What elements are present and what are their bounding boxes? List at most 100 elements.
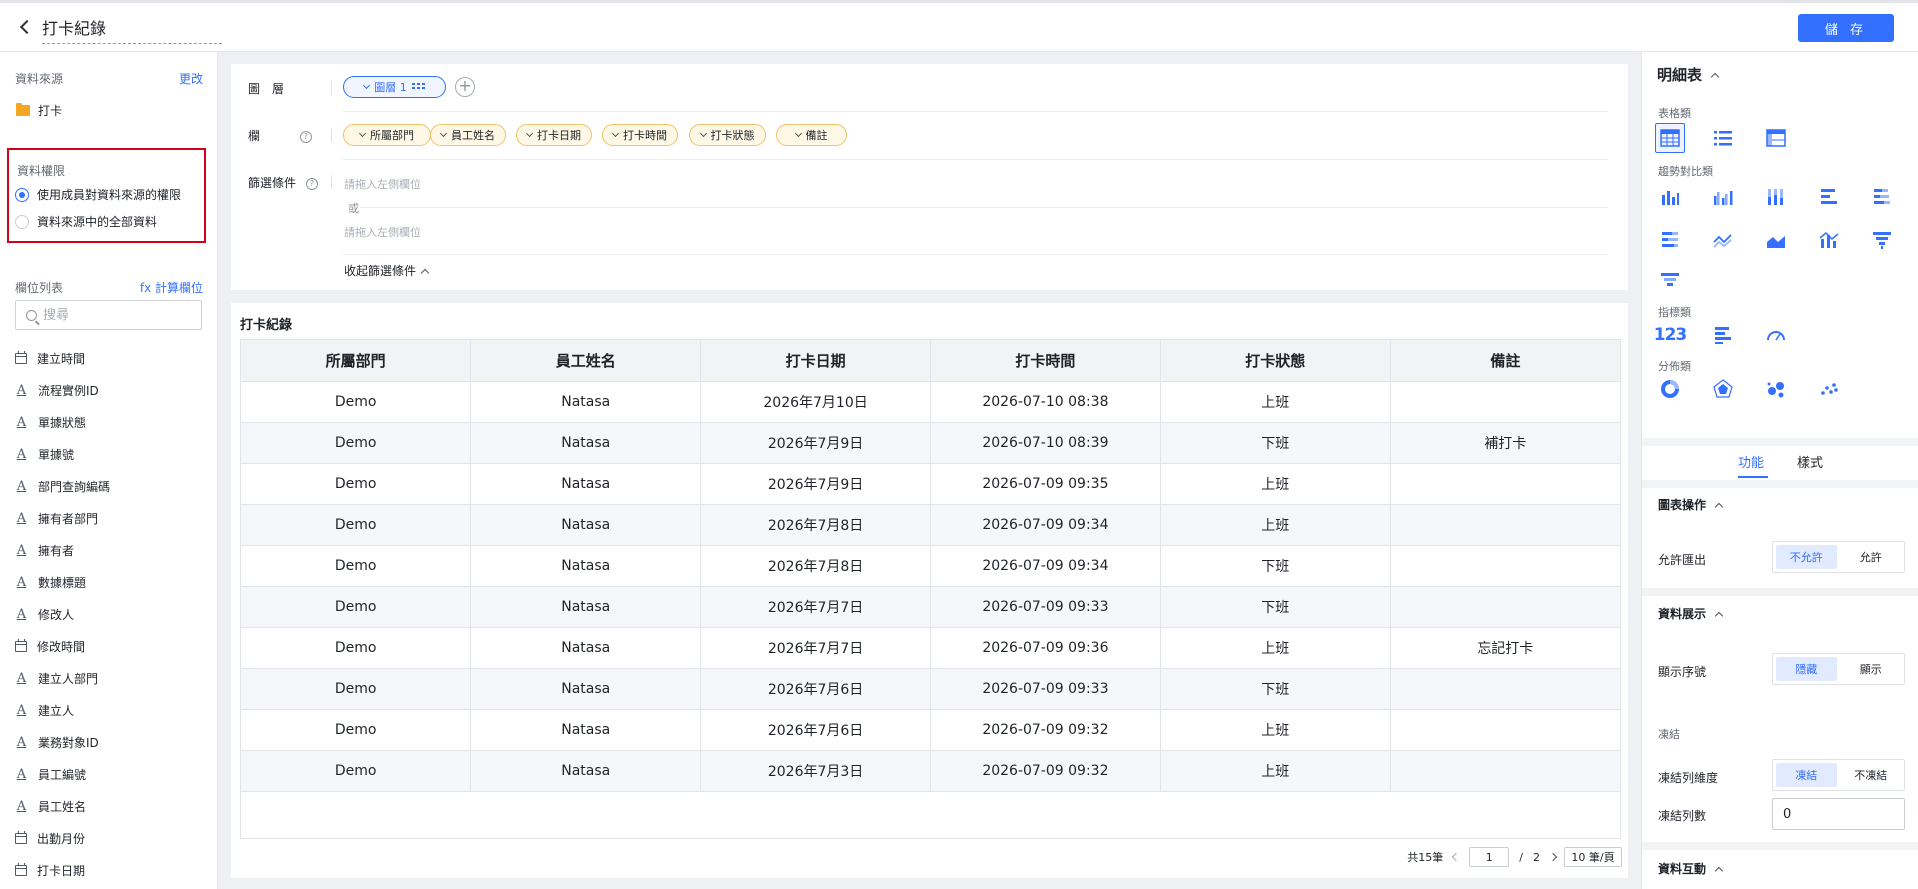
field-item[interactable]: A 數據標題 — [15, 566, 205, 598]
permission-option-label: 使用成員對資料來源的權限 — [37, 188, 182, 202]
filter-drop-zone-2[interactable]: 請拖入左側欄位 — [344, 224, 421, 240]
filter-drop-zone[interactable]: 請拖入左側欄位 — [344, 176, 421, 192]
permission-option-all[interactable]: 資料來源中的全部資料 — [15, 213, 157, 230]
pagination: 共15筆 1 / 2 10 筆/頁 — [1407, 847, 1622, 867]
field-search[interactable] — [15, 300, 202, 330]
field-item[interactable]: 修改時間 — [15, 630, 205, 662]
bar-chart-icon[interactable] — [1655, 182, 1685, 212]
save-button[interactable]: 儲 存 — [1798, 14, 1894, 42]
change-source-link[interactable]: 更改 — [179, 70, 203, 87]
back-button[interactable]: 打卡紀錄 — [19, 15, 106, 39]
column-pill[interactable]: 打卡狀態 — [689, 124, 766, 146]
chart-ops-section[interactable]: 圖表操作 — [1658, 496, 1724, 513]
text-field-icon: A — [16, 478, 27, 494]
detail-table-icon[interactable] — [1655, 123, 1685, 153]
field-item[interactable]: A 流程實例ID — [15, 374, 205, 406]
table-cell: 2026年7月7日 — [700, 627, 931, 669]
kpi-icon[interactable]: 123 — [1654, 320, 1687, 350]
index-hide-option[interactable]: 隱藏 — [1776, 657, 1837, 681]
freeze-on-option[interactable]: 凍結 — [1776, 763, 1837, 787]
layer-pill[interactable]: 圖層 1 — [343, 76, 446, 98]
column-header[interactable]: 打卡狀態 — [1160, 340, 1391, 382]
next-page-icon[interactable] — [1548, 852, 1558, 862]
divider — [359, 207, 1608, 208]
radar-chart-icon[interactable] — [1708, 374, 1738, 404]
data-source-item[interactable]: 打卡 — [16, 102, 62, 119]
column-pill[interactable]: 打卡日期 — [516, 124, 592, 146]
help-icon[interactable]: ? — [305, 177, 318, 190]
column-header[interactable]: 員工姓名 — [470, 340, 702, 382]
grouped-bar-icon[interactable] — [1708, 182, 1738, 212]
field-item[interactable]: A 擁有者 — [15, 534, 205, 566]
field-item[interactable]: A 單據狀態 — [15, 406, 205, 438]
area-chart-icon[interactable] — [1761, 225, 1791, 255]
add-layer-button[interactable]: + — [455, 77, 475, 97]
chart-type-header[interactable]: 明細表 — [1657, 64, 1720, 85]
column-pill[interactable]: 打卡時間 — [602, 124, 678, 146]
divider — [1642, 842, 1918, 850]
list-icon[interactable] — [1708, 123, 1738, 153]
page-title[interactable]: 打卡紀錄 — [42, 15, 106, 39]
field-item[interactable]: A 業務對象ID — [15, 726, 205, 758]
field-item[interactable]: A 單據號 — [15, 438, 205, 470]
divider — [331, 81, 332, 95]
chevron-up-icon — [1714, 866, 1724, 875]
field-item[interactable]: A 員工編號 — [15, 758, 205, 790]
column-header[interactable]: 所屬部門 — [241, 340, 472, 382]
field-label: 修改時間 — [37, 639, 86, 654]
field-item[interactable]: A 建立人 — [15, 694, 205, 726]
calendar-icon — [15, 350, 27, 364]
percent-bar-icon[interactable] — [1655, 225, 1685, 255]
page-size-select[interactable]: 10 筆/頁 — [1564, 847, 1622, 867]
index-show-option[interactable]: 顯示 — [1841, 657, 1902, 681]
field-label: 員工編號 — [38, 767, 87, 782]
field-item[interactable]: A 建立人部門 — [15, 662, 205, 694]
tab-style[interactable]: 樣式 — [1797, 452, 1823, 471]
horizontal-bar-icon[interactable] — [1814, 182, 1844, 212]
donut-chart-icon[interactable] — [1655, 374, 1685, 404]
prev-page-icon[interactable] — [1452, 852, 1461, 862]
column-pill[interactable]: 所屬部門 — [343, 124, 431, 146]
kpi-list-icon[interactable] — [1708, 320, 1738, 350]
gauge-icon[interactable] — [1761, 320, 1791, 350]
pivot-table-icon[interactable] — [1761, 123, 1791, 153]
column-pill[interactable]: 員工姓名 — [430, 124, 506, 146]
field-item[interactable]: A 部門查詢編碼 — [15, 470, 205, 502]
collapse-filter-button[interactable]: 收起篩選條件 — [344, 262, 430, 279]
help-icon[interactable]: ? — [299, 130, 312, 143]
export-allow-option[interactable]: 允許 — [1841, 545, 1902, 569]
column-header[interactable]: 備註 — [1390, 340, 1620, 382]
stacked-horizontal-bar-icon[interactable] — [1867, 182, 1897, 212]
permission-option-member[interactable]: 使用成員對資料來源的權限 — [15, 186, 181, 203]
waterfall-icon[interactable] — [1655, 266, 1685, 296]
field-item[interactable]: A 員工姓名 — [15, 790, 205, 822]
field-item[interactable]: A 擁有者部門 — [15, 502, 205, 534]
scatter-chart-icon[interactable] — [1814, 374, 1844, 404]
column-header[interactable]: 打卡日期 — [700, 340, 931, 382]
field-label: 單據號 — [38, 447, 75, 462]
tab-function[interactable]: 功能 — [1738, 452, 1764, 471]
calculated-field-link[interactable]: fx 計算欄位 — [140, 279, 203, 296]
interaction-section[interactable]: 資料互動 — [1658, 860, 1724, 877]
table-cell: 2026年7月8日 — [700, 545, 931, 587]
column-header[interactable]: 打卡時間 — [930, 340, 1161, 382]
line-chart-icon[interactable] — [1708, 225, 1738, 255]
search-input[interactable] — [43, 307, 193, 323]
combo-chart-icon[interactable] — [1814, 225, 1844, 255]
field-item[interactable]: 建立時間 — [15, 342, 205, 374]
stacked-bar-icon[interactable] — [1761, 182, 1791, 212]
export-disallow-option[interactable]: 不允許 — [1776, 545, 1837, 569]
funnel-icon[interactable] — [1867, 225, 1897, 255]
freeze-count-input[interactable] — [1772, 798, 1905, 830]
field-item[interactable]: 打卡日期 — [15, 854, 205, 886]
field-item[interactable]: A 修改人 — [15, 598, 205, 630]
radio-unchecked-icon[interactable] — [15, 214, 29, 229]
bubble-chart-icon[interactable] — [1761, 374, 1791, 404]
freeze-off-option[interactable]: 不凍結 — [1841, 763, 1902, 787]
field-label: 擁有者 — [38, 543, 75, 558]
column-pill[interactable]: 備註 — [776, 124, 847, 146]
radio-checked-icon[interactable] — [15, 187, 29, 202]
page-input[interactable]: 1 — [1469, 847, 1510, 867]
display-section[interactable]: 資料展示 — [1658, 605, 1724, 622]
field-item[interactable]: 出勤月份 — [15, 822, 205, 854]
